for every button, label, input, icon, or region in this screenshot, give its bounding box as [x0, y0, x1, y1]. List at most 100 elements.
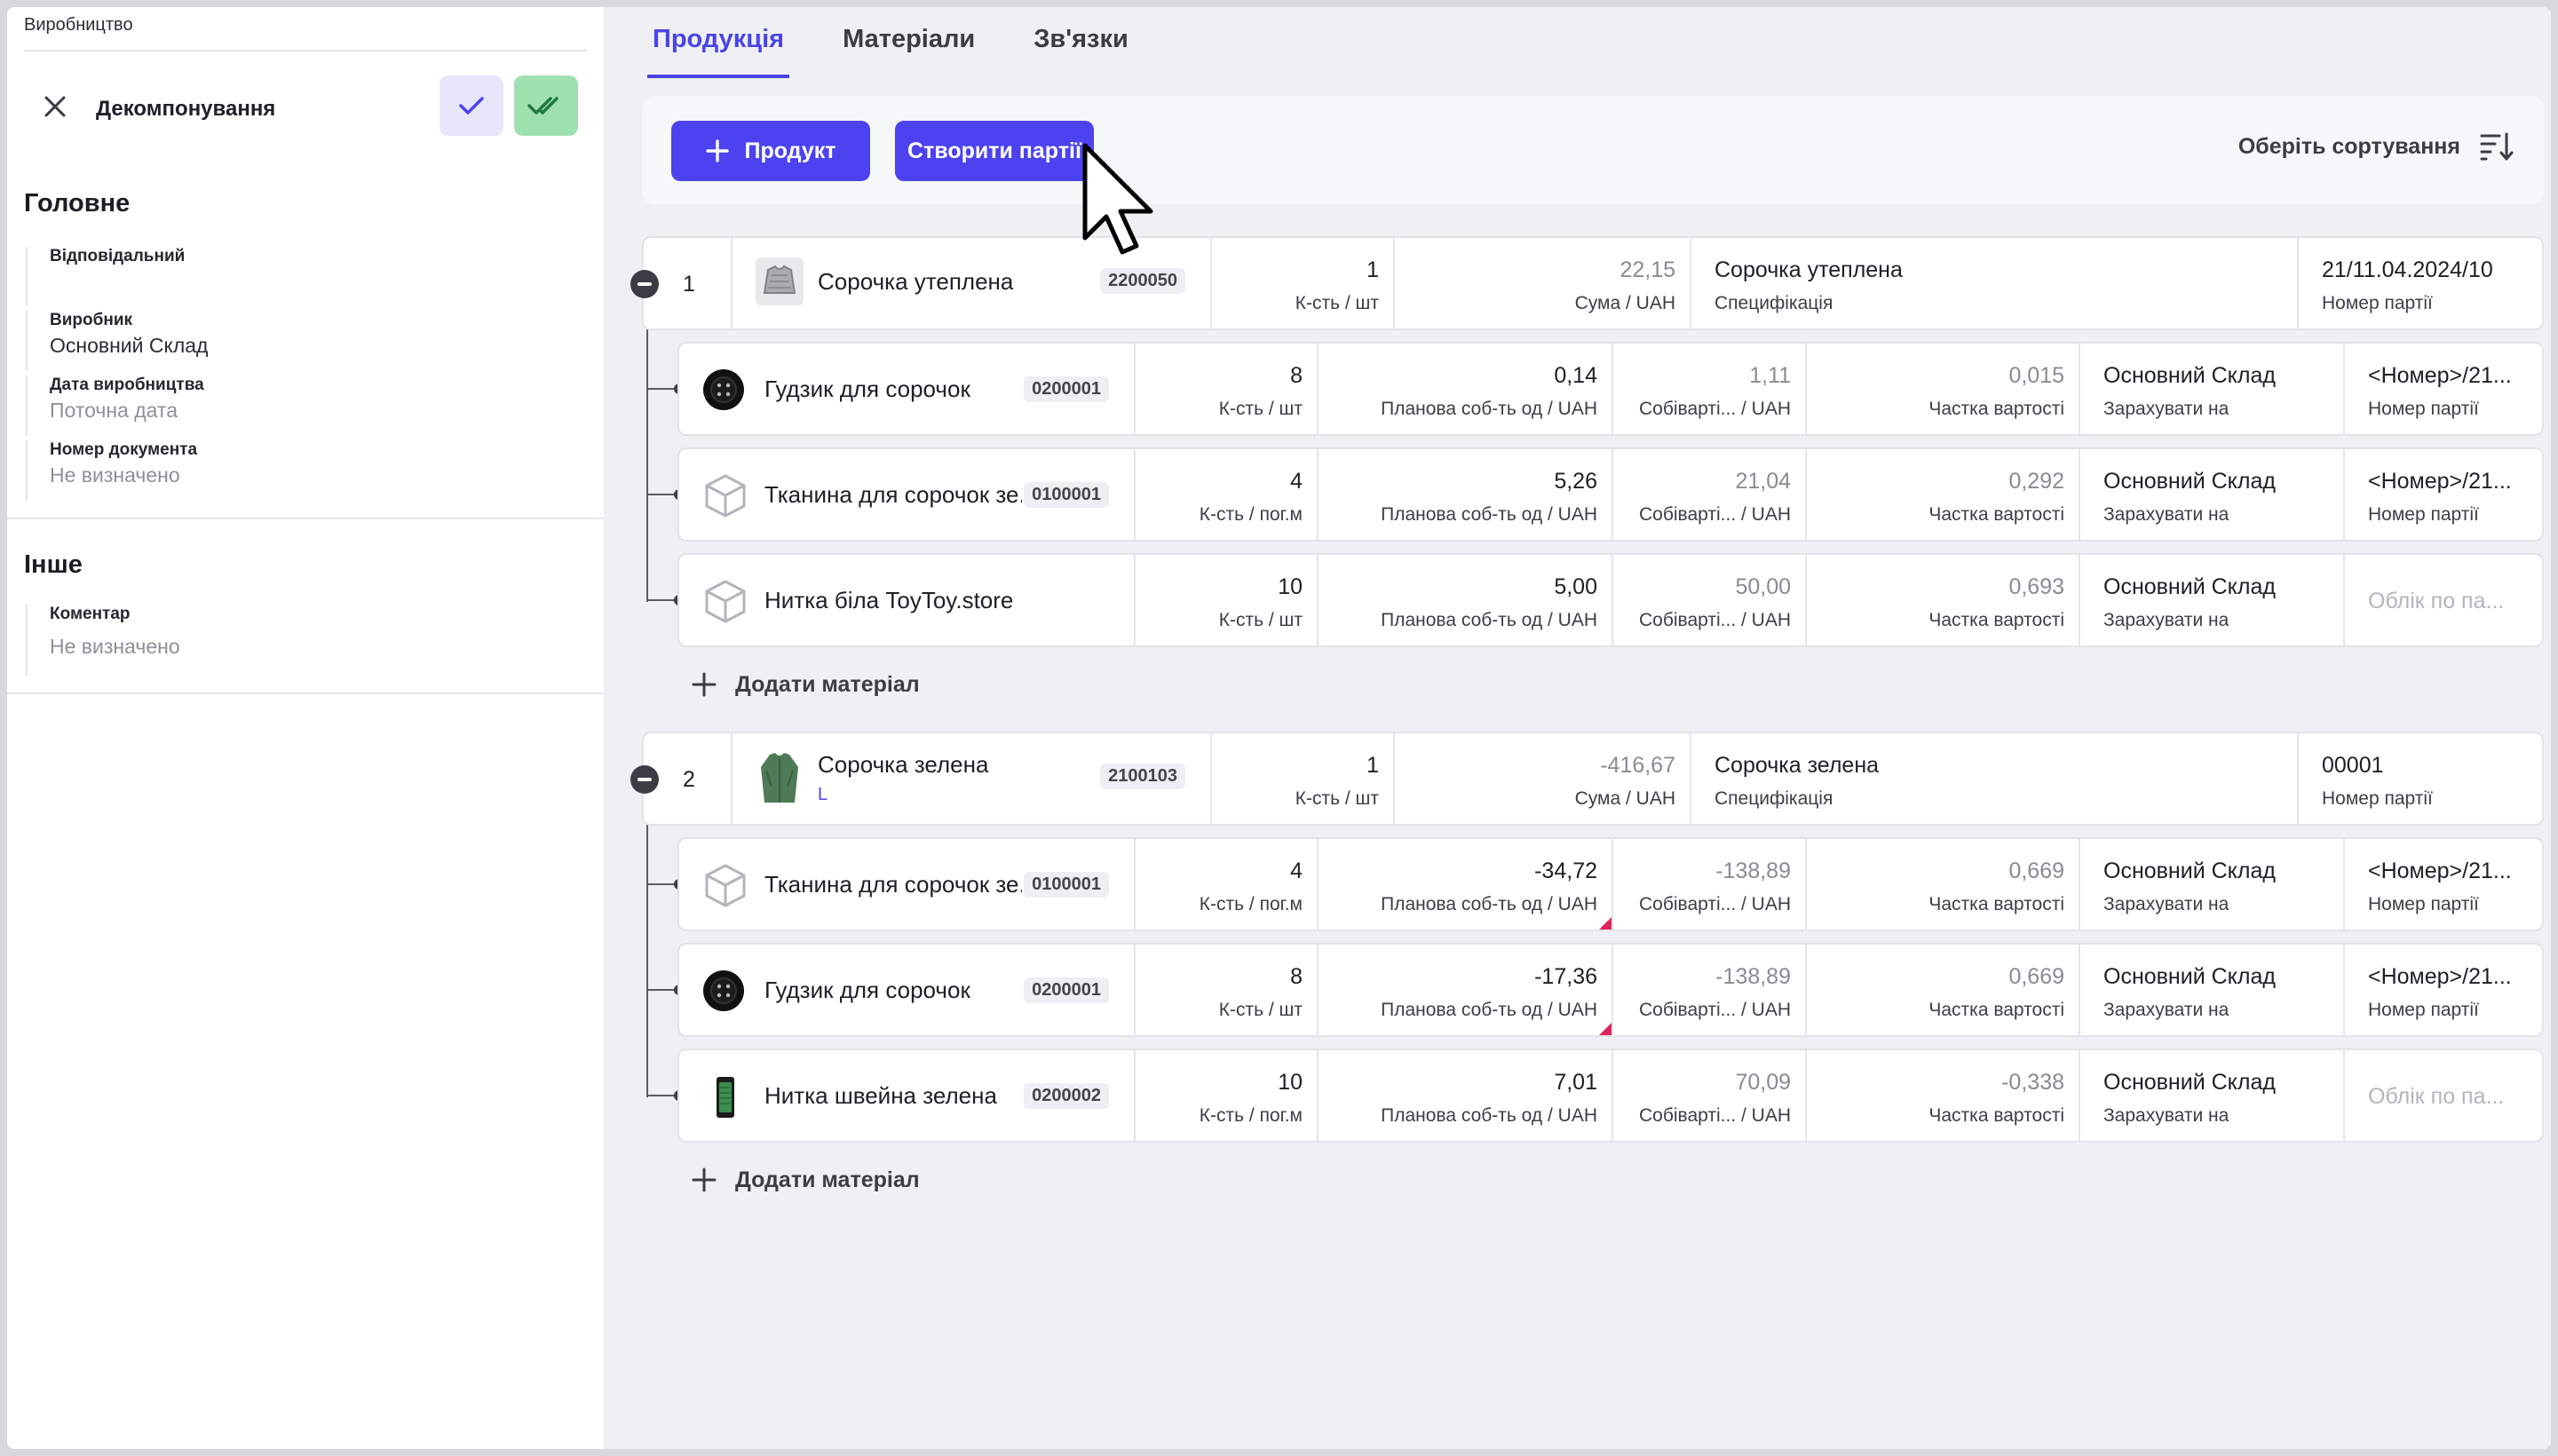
- material-row[interactable]: Нитка біла ToyToy.store 10 К-сть / шт 5,…: [677, 553, 2544, 647]
- material-name-cell[interactable]: Гудзик для сорочок 0200001: [679, 945, 1134, 1035]
- confirm-button[interactable]: [440, 75, 503, 136]
- material-name-cell[interactable]: Нитка швейна зелена 0200002: [679, 1050, 1134, 1141]
- field-label: Номер документа: [50, 440, 198, 459]
- collapse-toggle[interactable]: [630, 270, 659, 298]
- sum-value: 22,15: [1620, 257, 1675, 282]
- sum-cell[interactable]: 22,15 Сума / UAH: [1393, 238, 1690, 328]
- warehouse-cell[interactable]: Основний Склад Зарахувати на: [2079, 945, 2343, 1035]
- quantity-value: 10: [1278, 1070, 1303, 1095]
- cost-share-cell[interactable]: 0,669 Частка вартості: [1805, 945, 2079, 1035]
- batch-number-cell[interactable]: 00001 Номер партії: [2297, 733, 2544, 824]
- material-row[interactable]: Тканина для сорочок зе... 0100001 4 К-ст…: [677, 447, 2544, 542]
- add-product-button[interactable]: Продукт: [671, 121, 870, 181]
- cost-cell[interactable]: 1,11 Собіварті... / UAH: [1612, 344, 1805, 434]
- cost-share-cell[interactable]: -0,338 Частка вартості: [1805, 1050, 2079, 1141]
- material-name-cell[interactable]: Тканина для сорочок зе... 0100001: [679, 449, 1134, 540]
- sort-dropdown[interactable]: Оберіть сортування: [2238, 131, 2514, 162]
- cost-share-cell[interactable]: 0,015 Частка вартості: [1805, 344, 2079, 434]
- tab-products[interactable]: Продукція: [647, 21, 790, 78]
- planned-cost-cell[interactable]: 5,00 Планова соб-ть од / UAH: [1317, 555, 1612, 645]
- warehouse-cell[interactable]: Основний Склад Зарахувати на: [2079, 555, 2343, 645]
- planned-cost-cell[interactable]: 5,26 Планова соб-ть од / UAH: [1317, 449, 1612, 540]
- production-date-field[interactable]: Дата виробництва Поточна дата: [26, 376, 204, 436]
- material-name-cell[interactable]: Нитка біла ToyToy.store: [679, 555, 1134, 645]
- warning-flag: [1599, 917, 1612, 930]
- planned-cost-cell[interactable]: -17,36 Планова соб-ть од / UAH: [1317, 945, 1612, 1035]
- create-batches-button[interactable]: Створити партії: [895, 121, 1094, 181]
- cost-cell[interactable]: 50,00 Собіварті... / UAH: [1612, 555, 1805, 645]
- batch-number-value: 21/11.04.2024/10: [2322, 257, 2493, 282]
- warehouse-cell[interactable]: Основний Склад Зарахувати на: [2079, 344, 2343, 434]
- tab-bar: Продукція Матеріали Зв'язки: [647, 21, 1134, 82]
- cost-cell[interactable]: 70,09 Собіварті... / UAH: [1612, 1050, 1805, 1141]
- planned-cost-cell[interactable]: -34,72 Планова соб-ть од / UAH: [1317, 839, 1612, 930]
- cost-cell[interactable]: -138,89 Собіварті... / UAH: [1612, 839, 1805, 930]
- mouse-cursor-icon: [1082, 143, 1153, 255]
- warehouse-cell[interactable]: Основний Склад Зарахувати на: [2079, 839, 2343, 930]
- cost-share-cell[interactable]: 0,292 Частка вартості: [1805, 449, 2079, 540]
- batch-number-label: Номер партії: [2322, 293, 2433, 313]
- warehouse-cell[interactable]: Основний Склад Зарахувати на: [2079, 449, 2343, 540]
- quantity-cell[interactable]: 4 К-сть / пог.м: [1134, 449, 1317, 540]
- collapse-toggle[interactable]: [630, 765, 659, 794]
- close-icon[interactable]: [40, 91, 70, 122]
- cost-share-label: Частка вартості: [1928, 1105, 2064, 1126]
- product-name-cell[interactable]: Сорочка зелена L 2100103: [731, 733, 1210, 824]
- quantity-cell[interactable]: 8 К-сть / шт: [1134, 945, 1317, 1035]
- batch-number-label: Номер партії: [2368, 894, 2479, 914]
- quantity-cell[interactable]: 1 К-сть / шт: [1210, 238, 1393, 328]
- quantity-cell[interactable]: 4 К-сть / пог.м: [1134, 839, 1317, 930]
- add-material-button[interactable]: Додати матеріал: [691, 671, 920, 698]
- cost-cell[interactable]: 21,04 Собіварті... / UAH: [1612, 449, 1805, 540]
- material-row[interactable]: Гудзик для сорочок 0200001 8 К-сть / шт …: [677, 342, 2544, 436]
- planned-cost-label: Планова соб-ть од / UAH: [1381, 610, 1597, 630]
- manufacturer-field[interactable]: Виробник Основний Склад: [26, 311, 208, 371]
- material-row[interactable]: Гудзик для сорочок 0200001 8 К-сть / шт …: [677, 943, 2544, 1037]
- batch-number-cell[interactable]: <Номер>/21... Номер партії: [2343, 839, 2544, 930]
- product-row[interactable]: 1 Сорочка утеплена 2200050 1 К-сть / шт …: [630, 236, 2544, 330]
- warehouse-cell[interactable]: Основний Склад Зарахувати на: [2079, 1050, 2343, 1141]
- specification-cell[interactable]: Сорочка зелена Специфікація: [1690, 733, 2297, 824]
- cost-value: -138,89: [1715, 964, 1791, 989]
- document-number-field[interactable]: Номер документа Не визначено: [26, 440, 197, 501]
- batch-number-value: <Номер>/21...: [2368, 363, 2512, 388]
- field-label: Виробник: [50, 311, 133, 329]
- responsible-field[interactable]: Відповідальний: [26, 247, 185, 305]
- tab-links[interactable]: Зв'язки: [1028, 21, 1134, 78]
- comment-field[interactable]: Коментар Не визначено: [26, 605, 180, 676]
- batch-number-cell[interactable]: Облік по па...: [2343, 1050, 2544, 1141]
- batch-number-cell[interactable]: Облік по па...: [2343, 555, 2544, 645]
- batch-number-cell[interactable]: 21/11.04.2024/10 Номер партії: [2297, 238, 2544, 328]
- material-code: 0200001: [1024, 376, 1109, 402]
- sum-cell[interactable]: -416,67 Сума / UAH: [1393, 733, 1690, 824]
- cost-share-cell[interactable]: 0,693 Частка вартості: [1805, 555, 2079, 645]
- batch-number-cell[interactable]: <Номер>/21... Номер партії: [2343, 945, 2544, 1035]
- quantity-cell[interactable]: 1 К-сть / шт: [1210, 733, 1393, 824]
- material-code: 0100001: [1024, 872, 1109, 898]
- warehouse-value: Основний Склад: [2103, 469, 2276, 494]
- material-name-cell[interactable]: Гудзик для сорочок 0200001: [679, 344, 1134, 434]
- batch-number-label: Номер партії: [2368, 399, 2479, 419]
- confirm-all-button[interactable]: [514, 75, 578, 136]
- material-name-cell[interactable]: Тканина для сорочок зе... 0100001: [679, 839, 1134, 930]
- planned-cost-cell[interactable]: 0,14 Планова соб-ть од / UAH: [1317, 344, 1612, 434]
- tree-line: [646, 300, 648, 602]
- specification-cell[interactable]: Сорочка утеплена Специфікація: [1690, 238, 2297, 328]
- cost-cell[interactable]: -138,89 Собіварті... / UAH: [1612, 945, 1805, 1035]
- batch-number-cell[interactable]: <Номер>/21... Номер партії: [2343, 344, 2544, 434]
- material-row[interactable]: Тканина для сорочок зе... 0100001 4 К-ст…: [677, 837, 2544, 931]
- tree-line: [647, 388, 677, 390]
- batch-number-cell[interactable]: <Номер>/21... Номер партії: [2343, 449, 2544, 540]
- tab-materials[interactable]: Матеріали: [837, 21, 980, 78]
- cost-label: Собіварті... / UAH: [1639, 399, 1791, 419]
- quantity-value: 4: [1290, 469, 1303, 494]
- add-material-button[interactable]: Додати матеріал: [691, 1167, 920, 1193]
- cost-share-cell[interactable]: 0,669 Частка вартості: [1805, 839, 2079, 930]
- quantity-cell[interactable]: 10 К-сть / пог.м: [1134, 1050, 1317, 1141]
- material-row[interactable]: Нитка швейна зелена 0200002 10 К-сть / п…: [677, 1048, 2544, 1143]
- planned-cost-cell[interactable]: 7,01 Планова соб-ть од / UAH: [1317, 1050, 1612, 1141]
- quantity-cell[interactable]: 8 К-сть / шт: [1134, 344, 1317, 434]
- tree-line: [647, 599, 677, 601]
- quantity-cell[interactable]: 10 К-сть / шт: [1134, 555, 1317, 645]
- product-row[interactable]: 2 Сорочка зелена L 2100103 1 К-сть / шт …: [630, 732, 2544, 826]
